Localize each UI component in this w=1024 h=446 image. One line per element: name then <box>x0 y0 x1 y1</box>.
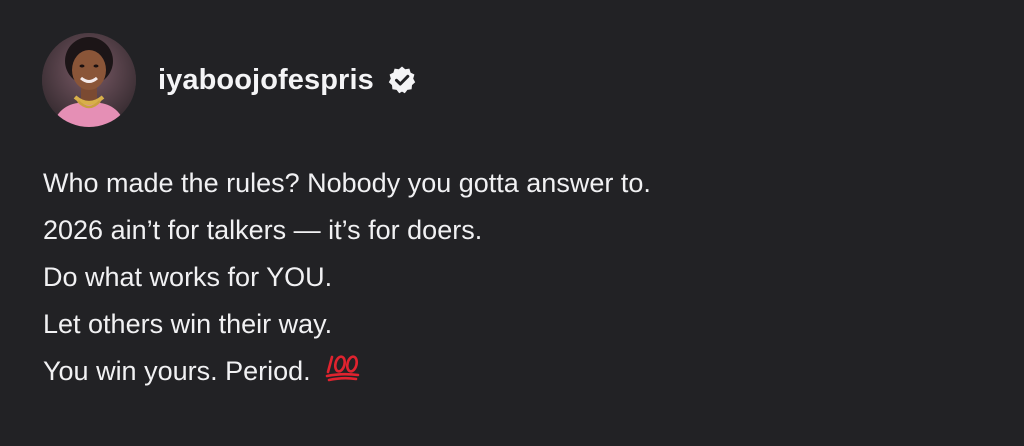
hundred-points-icon <box>325 350 361 382</box>
post-card: iyaboojofespris Who made the rules? Nobo… <box>0 0 1024 446</box>
username[interactable]: iyaboojofespris <box>158 64 374 97</box>
username-row: iyaboojofespris <box>158 33 417 127</box>
post-line: Who made the rules? Nobody you gotta ans… <box>43 168 651 198</box>
post-line: 2026 ain’t for talkers — it’s for doers. <box>43 215 483 245</box>
post-header: iyaboojofespris <box>42 33 417 127</box>
post-line: You win yours. Period. <box>43 356 311 386</box>
post-text: Who made the rules? Nobody you gotta ans… <box>43 160 993 395</box>
post-line: Do what works for YOU. <box>43 262 333 292</box>
post-line-last: You win yours. Period. <box>43 348 993 395</box>
avatar-image <box>42 33 136 127</box>
verified-badge-icon <box>387 65 417 95</box>
post-line: Let others win their way. <box>43 309 333 339</box>
avatar[interactable] <box>42 33 136 127</box>
